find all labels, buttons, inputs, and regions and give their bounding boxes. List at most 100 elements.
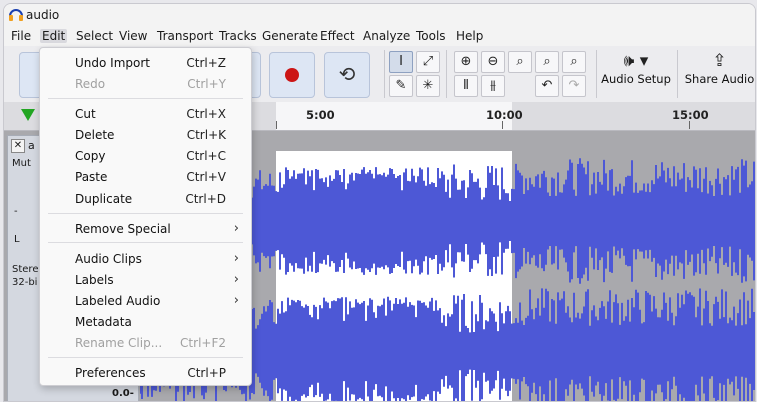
menu-item-shortcut: Ctrl+Y (187, 77, 226, 91)
menu-item-shortcut: Ctrl+V (186, 170, 226, 184)
draw-tool-icon[interactable]: ✎ (389, 75, 413, 97)
menu-item-label: Undo Import (75, 56, 150, 70)
app-window: audio File Edit Select View Transport Tr… (3, 3, 756, 402)
chevron-right-icon: › (233, 251, 239, 266)
toolbar-separator (677, 50, 678, 98)
share-audio-button[interactable]: ⇪ Share Audio (684, 50, 755, 98)
menu-item-label: Rename Clip... (75, 336, 163, 350)
zoom-fit-icon[interactable]: ⌕ (535, 51, 559, 73)
menu-item-redo[interactable]: Redo Ctrl+Y (40, 74, 251, 95)
menu-item-shortcut: Ctrl+P (187, 366, 226, 380)
menu-generate[interactable]: Generate (260, 29, 320, 43)
menu-analyze[interactable]: Analyze (361, 29, 412, 43)
menu-item-delete[interactable]: Delete Ctrl+K (40, 125, 251, 146)
menu-item-shortcut: Ctrl+F2 (180, 336, 226, 350)
menu-item-label: Paste (75, 170, 108, 184)
zoom-selection-icon[interactable]: ⌕ (508, 51, 532, 73)
menu-transport[interactable]: Transport (155, 29, 215, 43)
trim-outside-icon[interactable]: ⫴ (454, 75, 478, 97)
menu-item-label: Metadata (75, 315, 132, 329)
zoom-out-icon[interactable]: ⊖ (481, 51, 505, 73)
window-title: audio (26, 8, 60, 22)
zoom-toggle-icon[interactable]: ⌕ (562, 51, 586, 73)
menu-item-shortcut: Ctrl+Z (186, 56, 226, 70)
menu-item-rename-clip[interactable]: Rename Clip... Ctrl+F2 (40, 333, 251, 354)
menu-item-paste[interactable]: Paste Ctrl+V (40, 167, 251, 188)
record-button[interactable] (269, 52, 315, 98)
audio-setup-label: Audio Setup (601, 72, 671, 86)
audio-setup-button[interactable]: 🕪 ▾ Audio Setup (601, 50, 671, 98)
mute-button[interactable]: Mut (12, 158, 31, 169)
undo-icon[interactable]: ↶ (535, 75, 559, 97)
track-name[interactable]: a (28, 139, 35, 152)
ibeam-tool-icon[interactable]: Ⅰ (389, 51, 413, 73)
track-info-channels: Stere (12, 264, 39, 275)
menu-file[interactable]: File (9, 29, 33, 43)
multi-tool-icon[interactable]: ✳ (416, 75, 440, 97)
title-bar: audio (4, 4, 755, 26)
edit-menu-dropdown: Undo Import Ctrl+Z Redo Ctrl+Y Cut Ctrl+X Dele… (39, 47, 252, 386)
gain-slider[interactable]: - (14, 206, 18, 217)
menu-item-duplicate[interactable]: Duplicate Ctrl+D (40, 189, 251, 210)
play-marker-icon[interactable] (21, 109, 35, 121)
menu-item-shortcut: Ctrl+X (186, 107, 226, 121)
menu-item-labeled-audio[interactable]: Labeled Audio › (40, 291, 251, 312)
loop-icon: ⟲ (338, 62, 356, 86)
menu-item-label: Labels (75, 273, 114, 287)
audio-app-icon (9, 9, 23, 21)
menu-item-label: Remove Special (75, 222, 171, 236)
tick-label: 5:00 (306, 108, 335, 122)
track-info-format: 32-bi (12, 277, 38, 288)
menu-separator (48, 213, 243, 214)
toolbar-separator (384, 50, 385, 98)
menu-select[interactable]: Select (74, 29, 115, 43)
menu-item-metadata[interactable]: Metadata (40, 312, 251, 333)
menu-item-shortcut: Ctrl+D (185, 192, 226, 206)
menu-item-label: Copy (75, 149, 106, 163)
pan-slider[interactable]: L (14, 234, 20, 245)
toolbar-separator (446, 50, 447, 98)
menu-tools[interactable]: Tools (414, 29, 448, 43)
menu-separator (48, 242, 243, 243)
share-icon: ⇪ (712, 51, 727, 71)
menu-item-label: Labeled Audio (75, 294, 161, 308)
menu-item-labels[interactable]: Labels › (40, 270, 251, 291)
menu-item-preferences[interactable]: Preferences Ctrl+P (40, 363, 251, 384)
tick-label: 15:00 (672, 108, 709, 122)
tick-mark (689, 121, 690, 129)
menu-item-copy[interactable]: Copy Ctrl+C (40, 146, 251, 167)
menu-separator (48, 357, 243, 358)
menu-item-undo-import[interactable]: Undo Import Ctrl+Z (40, 53, 251, 74)
menu-item-audio-clips[interactable]: Audio Clips › (40, 249, 251, 270)
chevron-right-icon: › (233, 293, 239, 308)
menu-separator (48, 98, 243, 99)
share-audio-label: Share Audio (684, 72, 755, 86)
tick-mark (502, 121, 503, 129)
menu-item-label: Audio Clips (75, 252, 142, 266)
tick-label: 10:00 (486, 108, 523, 122)
zoom-in-icon[interactable]: ⊕ (454, 51, 478, 73)
menu-help[interactable]: Help (454, 29, 485, 43)
menu-item-label: Duplicate (75, 192, 133, 206)
menu-item-label: Preferences (75, 366, 146, 380)
menu-view[interactable]: View (117, 29, 149, 43)
menu-item-shortcut: Ctrl+K (186, 128, 226, 142)
speaker-icon: 🕪 ▾ (623, 51, 649, 71)
menu-effect[interactable]: Effect (318, 29, 357, 43)
menu-item-cut[interactable]: Cut Ctrl+X (40, 104, 251, 125)
redo-icon[interactable]: ↷ (562, 75, 586, 97)
chevron-right-icon: › (233, 272, 239, 287)
menu-item-label: Cut (75, 107, 96, 121)
tick-mark (276, 121, 277, 129)
envelope-tool-icon[interactable]: ⤢ (416, 51, 440, 73)
menu-item-shortcut: Ctrl+C (186, 149, 226, 163)
close-icon[interactable]: ✕ (11, 139, 25, 153)
menu-edit[interactable]: Edit (40, 29, 68, 43)
menu-item-label: Delete (75, 128, 115, 142)
menu-item-label: Redo (75, 77, 106, 91)
menu-tracks[interactable]: Tracks (217, 29, 259, 43)
menu-bar: File Edit Select View Transport Tracks G… (4, 26, 755, 46)
loop-button[interactable]: ⟲ (324, 52, 370, 98)
silence-selection-icon[interactable]: ⫵ (481, 75, 505, 97)
menu-item-remove-special[interactable]: Remove Special › (40, 219, 251, 240)
